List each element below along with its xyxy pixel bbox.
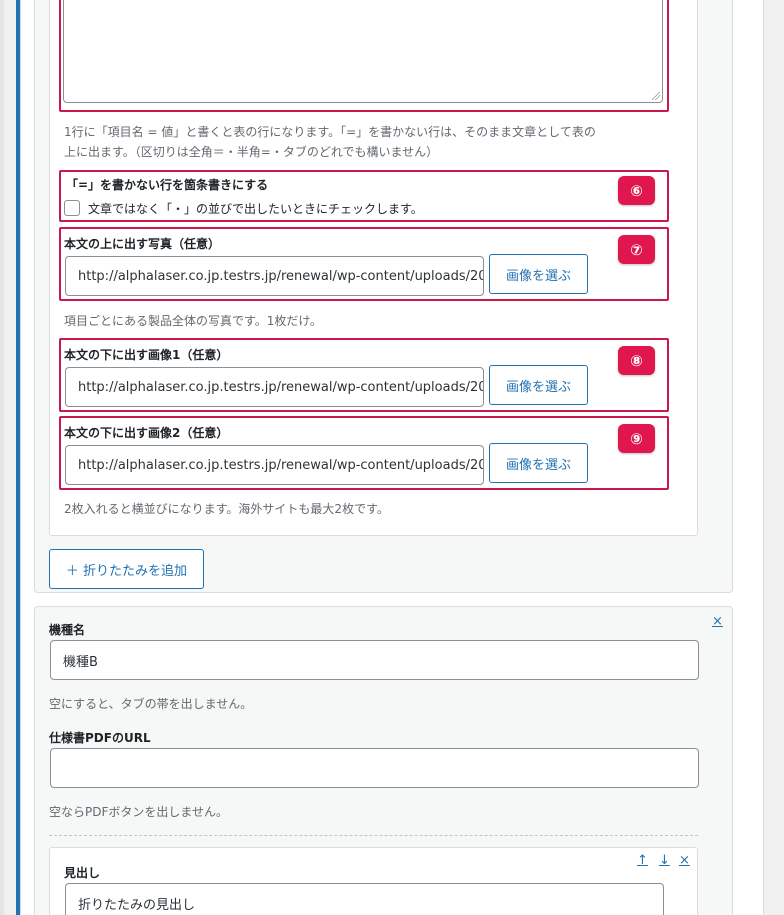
add-fold-button[interactable]: ＋ 折りたたみを追加	[49, 549, 204, 589]
textarea-help: 1行に「項目名 = 値」と書くと表の行になります。「=」を書かない行は、そのまま…	[64, 122, 684, 162]
bottom-image-2-select-button[interactable]: 画像を選ぶ	[489, 443, 588, 483]
pdf-url-label: 仕様書PDFのURL	[49, 731, 151, 745]
bottom-image-2-label: 本文の下に出す画像2（任意）	[64, 426, 229, 440]
active-item-indicator	[16, 0, 20, 915]
top-photo-url-input[interactable]: http://alphalaser.co.jp.testrs.jp/renewa…	[65, 256, 484, 296]
bullet-option-checkbox[interactable]	[64, 200, 80, 216]
model-name-label: 機種名	[49, 623, 86, 637]
resize-handle[interactable]	[652, 92, 660, 100]
top-photo-label: 本文の上に出す写真（任意）	[64, 237, 221, 251]
badge-6: ⑥	[618, 176, 655, 205]
model-name-input[interactable]: 機種B	[50, 640, 699, 680]
spec-textarea[interactable]	[63, 0, 663, 103]
top-photo-help: 項目ごとにある製品全体の写真です。1枚だけ。	[64, 314, 322, 328]
fold-heading-input[interactable]: 折りたたみの見出し	[65, 883, 664, 915]
remove-fold-icon[interactable]: ×	[679, 853, 690, 868]
bottom-image-1-select-button[interactable]: 画像を選ぶ	[489, 365, 588, 405]
textarea-help-line-2: 上に出ます。（区切りは全角＝・半角=・タブのどれでも構いません）	[64, 145, 439, 159]
fold-heading-label: 見出し	[64, 866, 101, 880]
move-up-icon[interactable]: ↑	[637, 853, 648, 868]
textarea-help-line-1: 1行に「項目名 = 値」と書くと表の行になります。「=」を書かない行は、そのまま…	[64, 125, 596, 139]
model-name-help: 空にすると、タブの帯を出しません。	[49, 697, 253, 711]
badge-8: ⑧	[618, 346, 655, 375]
right-gutter	[764, 0, 784, 915]
remove-model-icon[interactable]: ×	[712, 614, 723, 629]
bottom-image-1-url-input[interactable]: http://alphalaser.co.jp.testrs.jp/renewa…	[65, 367, 484, 407]
badge-7: ⑦	[618, 235, 655, 264]
pdf-url-input[interactable]	[50, 748, 699, 788]
bottom-image-1-label: 本文の下に出す画像1（任意）	[64, 348, 229, 362]
pdf-url-help: 空ならPDFボタンを出しません。	[49, 805, 229, 819]
page-left-strip	[0, 0, 4, 915]
images-help: 2枚入れると横並びになります。海外サイトも最大2枚です。	[64, 502, 389, 516]
bullet-option-checkbox-label[interactable]: 文章ではなく「・」の並びで出したいときにチェックします。	[88, 200, 423, 217]
move-down-icon[interactable]: ↓	[659, 853, 670, 868]
bottom-image-2-url-input[interactable]: http://alphalaser.co.jp.testrs.jp/renewa…	[65, 445, 484, 485]
badge-9: ⑨	[618, 424, 655, 453]
top-photo-select-button[interactable]: 画像を選ぶ	[489, 254, 588, 294]
bullet-option-label: 「=」を書かない行を箇条書きにする	[66, 178, 269, 192]
section-divider	[49, 835, 698, 836]
